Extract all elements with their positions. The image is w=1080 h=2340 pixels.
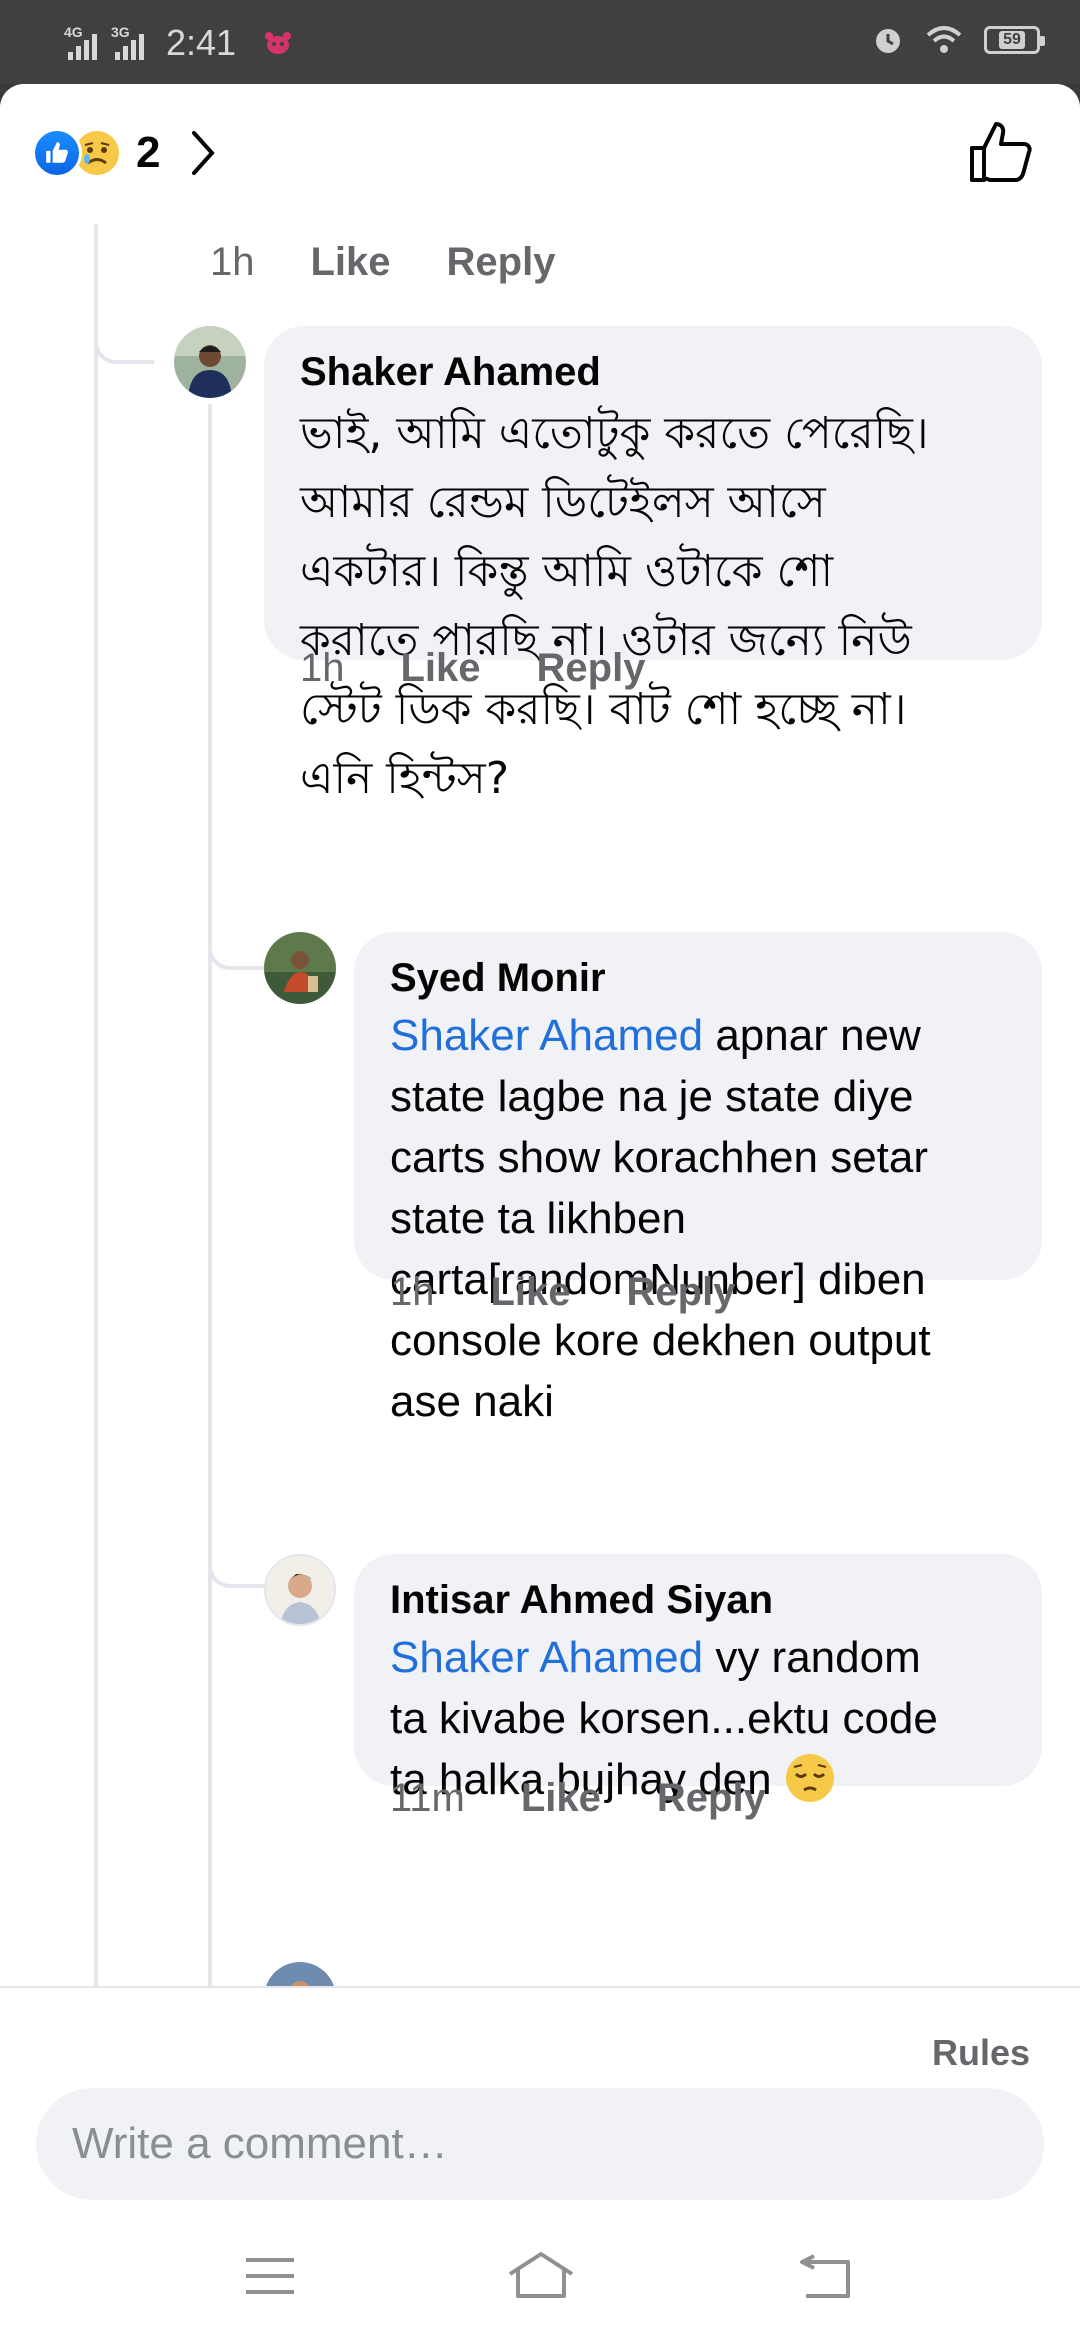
- alarm-icon: [876, 29, 900, 53]
- chevron-right-icon: [192, 131, 216, 175]
- comment-time: 11m: [390, 1776, 465, 1820]
- comment-time: 1h: [210, 240, 255, 284]
- rules-link[interactable]: Rules: [932, 2032, 1030, 2074]
- comment-text: Shaker Ahamed apnar new state lagbe na j…: [390, 1005, 1006, 1432]
- like-reaction-icon: [32, 128, 82, 178]
- avatar[interactable]: [264, 1554, 336, 1626]
- pensive-face-icon: [785, 1754, 834, 1802]
- thread-connector: [208, 1542, 264, 1588]
- comment-text: ভাই, আমি এতোটুকু করতে পেরেছি। আমার রেন্ড…: [300, 399, 1006, 813]
- home-icon: [508, 2252, 574, 2298]
- like-link[interactable]: Like: [521, 1776, 601, 1821]
- like-link[interactable]: Like: [311, 240, 391, 285]
- comment-actions: 11m Like Reply: [390, 1776, 766, 1821]
- comment-line: ase naki: [390, 1377, 554, 1426]
- status-time: 2:41: [166, 22, 237, 63]
- menu-button[interactable]: [244, 2254, 296, 2303]
- network-type-label-2: 3G: [111, 24, 130, 40]
- comment-time: 1h: [390, 1270, 435, 1314]
- status-bar: 4G 3G 2:41 59: [0, 0, 1080, 84]
- reply-link[interactable]: Reply: [447, 240, 556, 285]
- comment-input[interactable]: [36, 2088, 1044, 2200]
- comment-line: console kore dekhen output: [390, 1316, 931, 1365]
- comment-bubble: Intisar Ahmed Siyan Shaker Ahamed vy ran…: [354, 1554, 1042, 1804]
- comment-thread: 1h Like Reply Shaker Ahamed ভাই, আমি এতো…: [0, 224, 1080, 1986]
- comment-author[interactable]: Syed Monir: [390, 956, 1006, 1001]
- battery-level: 59: [999, 31, 1025, 49]
- thumbs-up-icon: [970, 122, 1032, 182]
- menu-icon: [246, 2258, 294, 2294]
- sheet-header: 2: [0, 84, 1080, 224]
- comment-composer: Rules: [0, 1986, 1080, 2340]
- comment-line: Shaker Ahamed vy random: [390, 1627, 1006, 1688]
- signal-4g-icon: 4G: [64, 24, 97, 60]
- comment-bubble: Shaker Ahamed ভাই, আমি এতোটুকু করতে পেরে…: [264, 326, 1042, 804]
- comment-line: এনি হিন্টস?: [300, 753, 510, 804]
- mention-link[interactable]: Shaker Ahamed: [390, 1633, 703, 1682]
- status-right: 59: [872, 24, 1045, 56]
- comment-actions: 1h Like Reply: [300, 646, 645, 691]
- notification-panda-icon: [265, 32, 292, 54]
- previous-comment-actions: 1h Like Reply: [210, 240, 555, 285]
- reply-link[interactable]: Reply: [657, 1776, 766, 1821]
- comments-sheet: 2 1h Like Reply Shaker Ahamed ভাই, আমি এ…: [0, 84, 1080, 2340]
- wifi-icon: [926, 26, 962, 53]
- comment-line: ভাই, আমি এতোটুকু করতে পেরেছি।: [300, 408, 929, 459]
- back-icon: [800, 2254, 850, 2298]
- comment-line: একটার। কিন্তু আমি ওটাকে শো: [300, 546, 834, 597]
- back-button[interactable]: [796, 2254, 852, 2305]
- system-nav-bar: [0, 2224, 1080, 2340]
- thread-connector: [208, 924, 264, 970]
- avatar[interactable]: [264, 932, 336, 1004]
- reaction-count: 2: [136, 128, 161, 177]
- network-type-label: 4G: [64, 24, 83, 40]
- reply-link[interactable]: Reply: [627, 1270, 736, 1315]
- comment-bubble: Syed Monir Shaker Ahamed apnar new state…: [354, 932, 1042, 1426]
- battery-icon: 59: [984, 26, 1045, 54]
- like-link[interactable]: Like: [401, 646, 481, 691]
- comment-author[interactable]: Shaker Ahamed: [300, 350, 1006, 395]
- thread-connector: [94, 224, 154, 364]
- comment-author[interactable]: Intisar Ahmed Siyan: [390, 1578, 1006, 1623]
- home-button[interactable]: [506, 2250, 576, 2305]
- thread-line-level1: [94, 224, 98, 1986]
- comment-line: state lagbe na je state diye: [390, 1072, 914, 1121]
- reply-link[interactable]: Reply: [537, 646, 646, 691]
- thread-connector: [208, 1968, 264, 1986]
- avatar[interactable]: [174, 326, 246, 398]
- like-post-button[interactable]: [968, 120, 1034, 189]
- thread-line-level2: [208, 404, 212, 1986]
- like-link[interactable]: Like: [491, 1270, 571, 1315]
- reactions-summary[interactable]: 2: [32, 128, 216, 178]
- avatar: [264, 1962, 336, 1986]
- comment-line: আমার রেন্ডম ডিটেইলস আসে: [300, 477, 826, 528]
- comment-line: state ta likhben: [390, 1194, 686, 1243]
- comment-line-text: vy random: [703, 1633, 921, 1682]
- mention-link[interactable]: Shaker Ahamed: [390, 1011, 703, 1060]
- status-left: 4G 3G 2:41: [64, 22, 292, 64]
- comment-time: 1h: [300, 646, 345, 690]
- comment-line: ta kivabe korsen...ektu code: [390, 1694, 938, 1743]
- signal-3g-icon: 3G: [111, 24, 144, 60]
- comment-line-text: apnar new: [703, 1011, 921, 1060]
- comment-line: Shaker Ahamed apnar new: [390, 1005, 1006, 1066]
- comment-line: carts show korachhen setar: [390, 1133, 929, 1182]
- comment-actions: 1h Like Reply: [390, 1270, 735, 1315]
